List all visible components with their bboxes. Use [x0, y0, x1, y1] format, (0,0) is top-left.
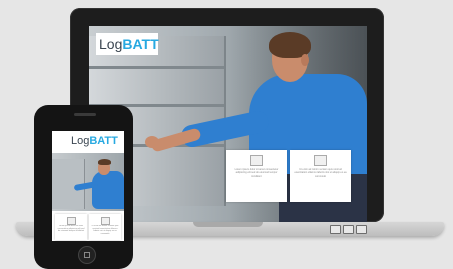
logo[interactable]: LogBATT — [99, 35, 159, 53]
mobile-logo[interactable]: LogBATT — [71, 134, 118, 148]
logo-prefix: Log — [99, 36, 123, 52]
hero-person-hand — [145, 136, 159, 148]
mobile-logo-accent: BATT — [89, 135, 118, 147]
laptop-control-button[interactable] — [330, 225, 341, 234]
phone-screen: LogBATT Lorem ipsum dolor sit amet conse… — [52, 131, 124, 241]
hero-person-ear — [301, 54, 309, 66]
hero-machine-rail — [89, 66, 224, 69]
home-square-icon — [84, 252, 90, 258]
box-icon — [67, 217, 76, 225]
chart-icon — [101, 217, 110, 225]
mobile-logo-prefix: Log — [71, 135, 90, 147]
mobile-hero-person-shirt — [92, 171, 124, 209]
laptop-notch — [193, 222, 263, 227]
box-icon — [250, 155, 263, 166]
mobile-feature-card[interactable]: Lorem ipsum dolor sit amet consectetur a… — [55, 214, 87, 240]
chart-icon — [314, 155, 327, 166]
logo-accent: BATT — [122, 36, 159, 52]
mobile-feature-card-text: Ut enim ad minim veniam quis nostrud exe… — [91, 225, 119, 235]
feature-card-text: Ut enim ad minim veniam quis nostrud exe… — [294, 168, 347, 178]
laptop-control-button[interactable] — [343, 225, 354, 234]
phone-speaker — [74, 113, 96, 116]
mobile-feature-card-text: Lorem ipsum dolor sit amet consectetur a… — [57, 225, 85, 233]
feature-card[interactable]: Ut enim ad minim veniam quis nostrud exe… — [290, 150, 351, 202]
feature-card-text: Lorem ipsum dolor sit amet consectetur a… — [234, 168, 279, 178]
mobile-feature-card[interactable]: Ut enim ad minim veniam quis nostrud exe… — [89, 214, 121, 240]
laptop-control-button[interactable] — [356, 225, 367, 234]
mobile-hero-person-hair — [98, 159, 111, 165]
feature-card[interactable]: Lorem ipsum dolor sit amet consectetur a… — [226, 150, 287, 202]
